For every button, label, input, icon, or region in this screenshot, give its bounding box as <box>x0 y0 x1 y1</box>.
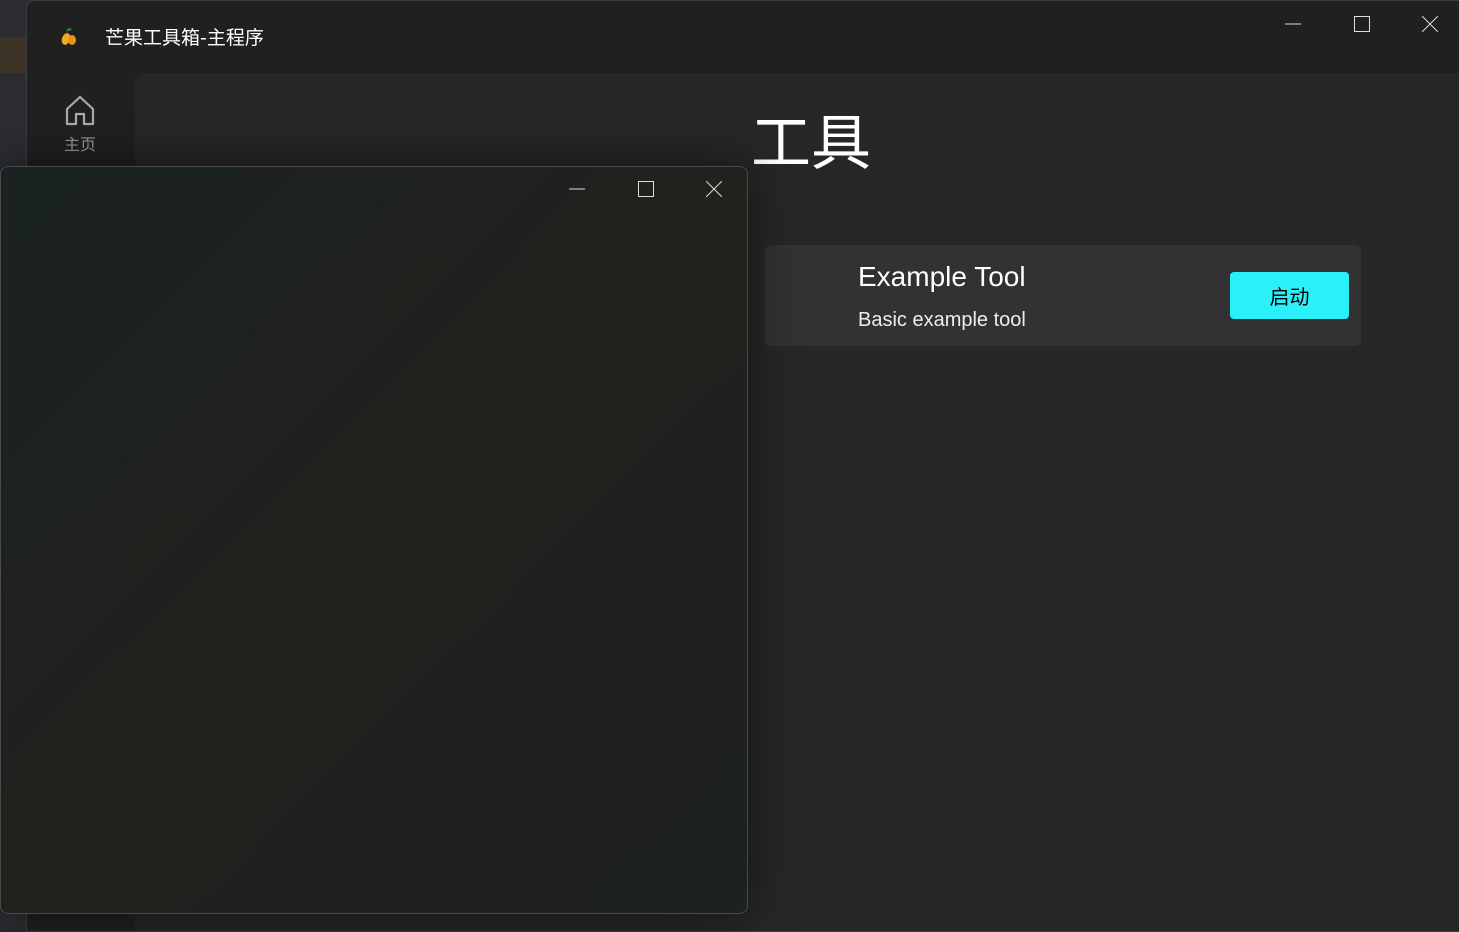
minimize-icon <box>1285 23 1301 25</box>
home-icon <box>65 95 95 126</box>
close-icon <box>1422 16 1438 32</box>
tool-name: Example Tool <box>858 261 1026 292</box>
maximize-icon <box>638 181 654 197</box>
minimize-button[interactable] <box>1259 7 1327 41</box>
minimize-icon <box>569 188 585 190</box>
launch-button[interactable]: 启动 <box>1230 272 1349 319</box>
sidebar-item-label: 主页 <box>63 135 96 154</box>
desktop-background <box>0 37 27 73</box>
tool-description: Basic example tool <box>858 309 1026 331</box>
maximize-icon <box>1354 16 1370 32</box>
sidebar-item-home[interactable]: 主页 <box>57 95 103 155</box>
child-close-button[interactable] <box>680 172 748 206</box>
maximize-button[interactable] <box>1328 7 1396 41</box>
close-icon <box>706 181 722 197</box>
mango-icon <box>61 28 76 45</box>
tool-card: Example Tool Basic example tool 启动 <box>765 245 1361 346</box>
child-maximize-button[interactable] <box>612 172 680 206</box>
window-title: 芒果工具箱-主程序 <box>105 27 264 49</box>
close-button[interactable] <box>1396 7 1459 41</box>
child-minimize-button[interactable] <box>543 172 611 206</box>
child-window[interactable] <box>0 166 748 914</box>
